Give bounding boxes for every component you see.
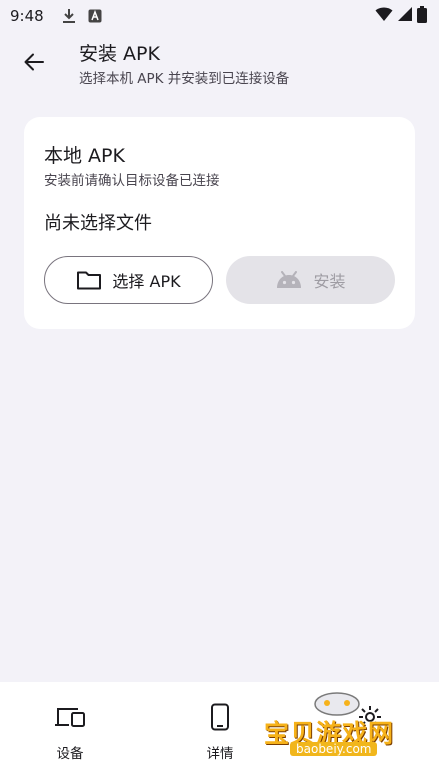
- phone-icon: [204, 702, 236, 732]
- install-label: 安装: [313, 272, 346, 291]
- nav-item-devices[interactable]: 设备: [30, 702, 110, 762]
- nav-label-details: 详情: [206, 746, 234, 762]
- select-apk-button[interactable]: 选择 APK: [44, 256, 213, 304]
- folder-icon: [77, 271, 102, 290]
- back-button[interactable]: [14, 42, 54, 82]
- signal-icon: [397, 6, 413, 26]
- wifi-icon: [375, 6, 393, 26]
- status-right-group: [375, 5, 427, 27]
- page-subtitle: 选择本机 APK 并安装到已连接设备: [79, 71, 290, 87]
- card-title: 本地 APK: [44, 145, 125, 167]
- local-apk-card: 本地 APK 安装前请确认目标设备已连接 尚未选择文件 选择 APK 安装: [24, 117, 415, 329]
- a-box-icon: [86, 7, 104, 25]
- devices-icon: [54, 702, 86, 732]
- battery-icon: [417, 5, 427, 27]
- status-time: 9:48: [10, 7, 44, 25]
- status-bar: 9:48: [0, 0, 439, 32]
- file-status-text: 尚未选择文件: [44, 213, 152, 234]
- install-button[interactable]: 安装: [226, 256, 395, 304]
- select-apk-label: 选择 APK: [112, 272, 181, 291]
- arrow-back-icon: [24, 53, 44, 71]
- android-icon: [277, 271, 302, 288]
- watermark-logo: 宝贝游戏网 baobeiy.com: [262, 688, 412, 778]
- nav-item-details[interactable]: 详情: [180, 702, 260, 762]
- watermark-domain: baobeiy.com: [290, 742, 378, 756]
- nav-label-devices: 设备: [56, 746, 84, 762]
- download-icon: [60, 7, 78, 25]
- card-hint: 安装前请确认目标设备已连接: [44, 173, 220, 189]
- top-app-bar: 安装 APK 选择本机 APK 并安装到已连接设备: [0, 32, 439, 96]
- page-title: 安装 APK: [79, 43, 160, 65]
- gamepad-icon: [314, 692, 360, 716]
